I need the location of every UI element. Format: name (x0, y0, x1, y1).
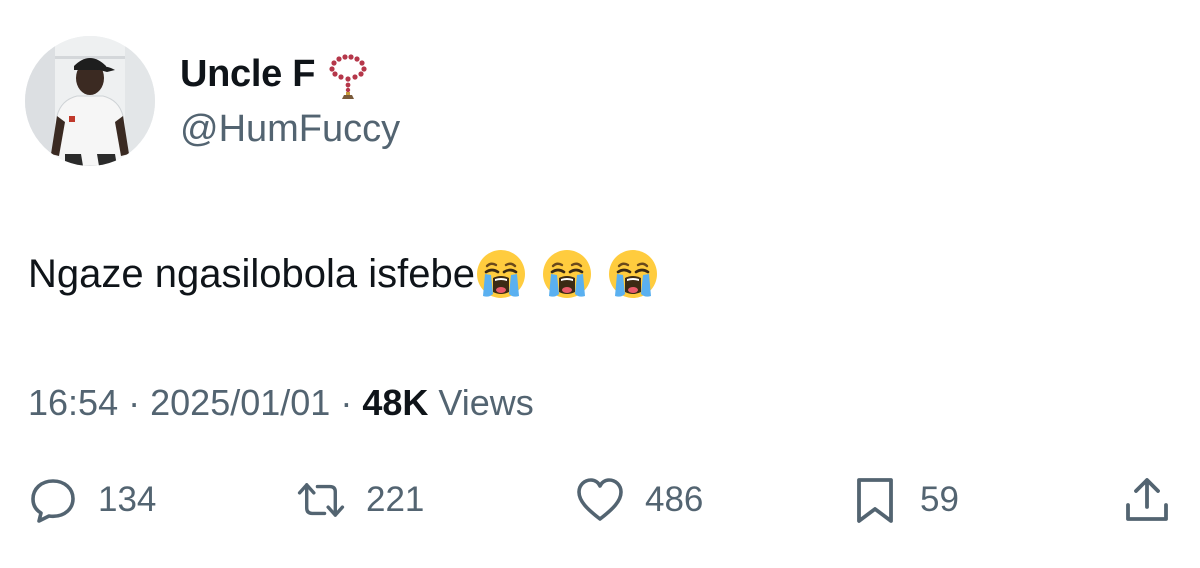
name-row: Uncle F (180, 49, 377, 99)
reply-icon (28, 475, 78, 525)
avatar[interactable] (25, 36, 155, 166)
tweet-card: Uncle F @HumFuccy Ngaze ngasilobola isfe… (0, 0, 1200, 568)
share-icon (1122, 475, 1172, 525)
retweet-count: 221 (366, 480, 425, 519)
views-count[interactable]: 48K (362, 382, 428, 423)
display-name[interactable]: Uncle F (180, 53, 315, 96)
loudly-crying-face-icon (541, 248, 593, 300)
tweet-meta: 16:54 · 2025/01/01 · 48K Views (28, 382, 534, 424)
bookmark-count: 59 (920, 480, 959, 519)
retweet-icon (296, 475, 346, 525)
like-button[interactable]: 486 (575, 470, 703, 530)
bookmark-icon (850, 475, 900, 525)
retweet-button[interactable]: 221 (296, 470, 424, 530)
user-handle[interactable]: @HumFuccy (180, 108, 400, 151)
reply-count: 134 (98, 480, 157, 519)
tweet-text: Ngaze ngasilobola isfebe (28, 248, 673, 300)
reply-button[interactable]: 134 (28, 470, 156, 530)
bookmark-button[interactable]: 59 (850, 470, 959, 530)
meta-separator: · (340, 382, 353, 423)
like-count: 486 (645, 480, 704, 519)
heart-icon (575, 475, 625, 525)
tweet-date[interactable]: 2025/01/01 (150, 382, 330, 423)
tweet-time[interactable]: 16:54 (28, 382, 118, 423)
tweet-body-text: Ngaze ngasilobola isfebe (28, 252, 475, 296)
meta-separator: · (128, 382, 141, 423)
action-bar: 134 221 486 59 (0, 470, 1200, 530)
views-label: Views (438, 382, 534, 423)
loudly-crying-face-icon (475, 248, 527, 300)
share-button[interactable] (1122, 470, 1172, 530)
loudly-crying-face-icon (607, 248, 659, 300)
rosary-icon (327, 49, 377, 99)
